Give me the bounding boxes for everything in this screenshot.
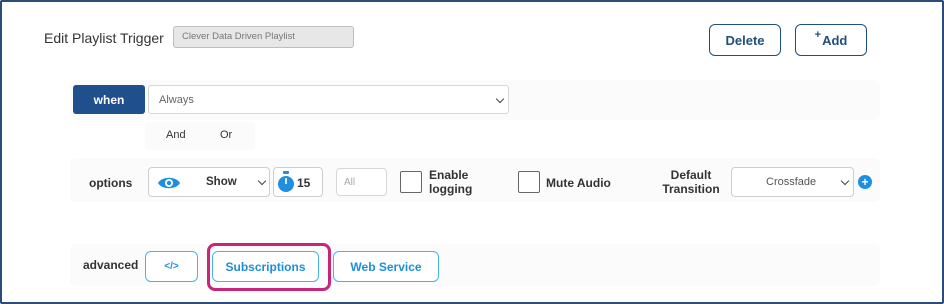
all-input[interactable]: All <box>336 168 387 196</box>
plus-icon: + <box>814 29 822 41</box>
highlight-annotation <box>207 243 331 291</box>
mute-audio-checkbox[interactable] <box>518 171 540 193</box>
when-button[interactable]: when <box>73 85 145 114</box>
transition-line2: Transition <box>662 182 720 196</box>
add-button[interactable]: + Add <box>795 24 867 56</box>
playlist-name-field[interactable]: Clever Data Driven Playlist <box>173 26 354 48</box>
eye-icon <box>158 177 180 189</box>
options-label: options <box>89 176 133 190</box>
enable-logging-label: Enable logging <box>429 168 472 196</box>
chevron-down-icon <box>840 176 850 186</box>
mute-audio-label: Mute Audio <box>546 176 611 190</box>
enable-logging-checkbox[interactable] <box>400 171 422 193</box>
chevron-down-icon <box>257 176 267 186</box>
add-button-label: Add <box>822 32 848 48</box>
web-service-button[interactable]: Web Service <box>333 251 439 282</box>
stopwatch-icon <box>278 171 294 192</box>
when-condition-select[interactable]: Always <box>148 85 509 114</box>
transition-line1: Default <box>670 168 712 182</box>
and-button[interactable]: And <box>166 129 186 141</box>
enable-logging-line1: Enable <box>429 168 469 182</box>
enable-logging-line2: logging <box>429 182 473 196</box>
advanced-label: advanced <box>83 258 139 272</box>
and-or-group <box>145 122 255 150</box>
plus-circle-icon[interactable]: + <box>858 175 872 189</box>
duration-value: 15 <box>297 176 311 190</box>
code-button[interactable]: </> <box>145 251 198 282</box>
page-title: Edit Playlist Trigger <box>44 30 164 46</box>
visibility-selected-value: Show <box>206 176 237 188</box>
transition-selected-value: Crossfade <box>766 176 817 188</box>
or-button[interactable]: Or <box>220 129 232 141</box>
when-selected-value: Always <box>159 94 194 106</box>
chevron-down-icon <box>495 94 505 104</box>
delete-button[interactable]: Delete <box>709 24 781 56</box>
default-transition-label: Default Transition <box>656 168 726 196</box>
